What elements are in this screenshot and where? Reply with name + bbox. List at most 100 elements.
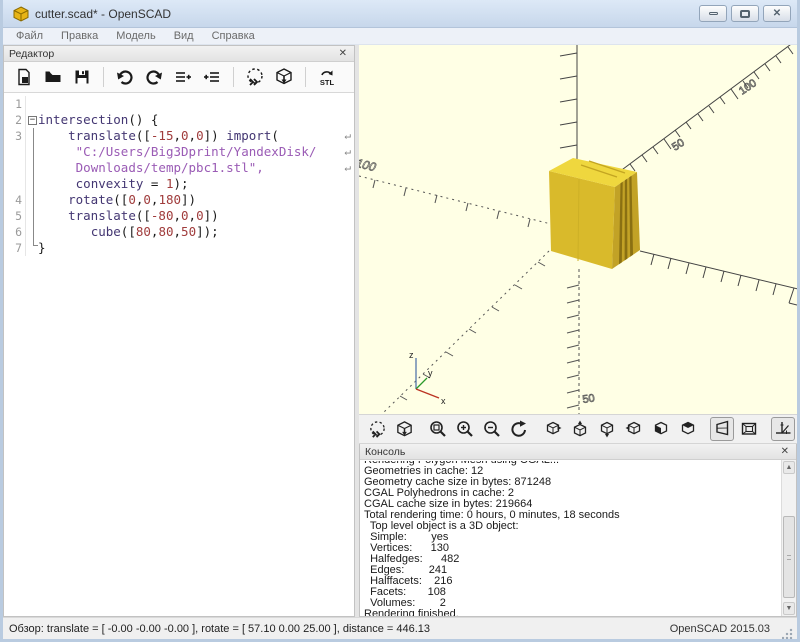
window-title: cutter.scad* - OpenSCAD xyxy=(35,7,699,21)
menu-item-3[interactable]: Вид xyxy=(165,30,203,42)
view-left-button[interactable] xyxy=(622,417,646,441)
zoom-in-icon xyxy=(456,420,474,438)
view-front-icon xyxy=(652,420,670,438)
menu-item-1[interactable]: Правка xyxy=(52,30,107,42)
editor-close-button[interactable]: ✕ xyxy=(337,49,349,59)
orthogonal-icon xyxy=(740,420,758,438)
console-close-button[interactable]: ✕ xyxy=(779,447,791,457)
view-top-icon xyxy=(571,420,589,438)
view-bottom-icon xyxy=(598,420,616,438)
menu-item-0[interactable]: Файл xyxy=(7,30,52,42)
code-line[interactable]: Downloads/temp/pbc1.stl",↵ xyxy=(4,160,354,176)
scroll-up-button[interactable]: ▲ xyxy=(783,461,795,474)
open-file-button[interactable] xyxy=(41,65,65,89)
code-line[interactable]: 6 cube([80,80,50]); xyxy=(4,224,354,240)
fold-column xyxy=(26,96,38,112)
minimize-button[interactable] xyxy=(699,5,727,22)
console-output[interactable]: Rendering Polygon Mesh using CGAL... Geo… xyxy=(360,460,796,616)
axis-y-label: y xyxy=(428,368,433,378)
view-back-button[interactable] xyxy=(676,417,700,441)
redo-button[interactable] xyxy=(142,65,166,89)
unindent-button[interactable] xyxy=(171,65,195,89)
indent-icon xyxy=(203,68,221,86)
line-number: 4 xyxy=(4,192,26,208)
view-right-button[interactable] xyxy=(541,417,565,441)
window-titlebar[interactable]: cutter.scad* - OpenSCAD ✕ xyxy=(3,0,797,28)
indent-button[interactable] xyxy=(200,65,224,89)
reset-view-icon xyxy=(510,420,528,438)
save-button[interactable] xyxy=(70,65,94,89)
undo-icon xyxy=(116,68,134,86)
new-file-icon xyxy=(15,68,33,86)
export-stl-button[interactable]: STL xyxy=(315,65,339,89)
view-bottom-button[interactable] xyxy=(595,417,619,441)
preview-icon xyxy=(368,420,387,439)
menu-bar: ФайлПравкаМодельВидСправка xyxy=(3,28,797,45)
undo-button[interactable] xyxy=(113,65,137,89)
line-number: 2 xyxy=(4,112,26,128)
line-number: 6 xyxy=(4,224,26,240)
code-editor[interactable]: 12−intersection() {3 translate([-15,0,0]… xyxy=(4,93,354,616)
code-line[interactable]: 4 rotate([0,0,180]) xyxy=(4,192,354,208)
view-front-button[interactable] xyxy=(649,417,673,441)
perspective-button[interactable] xyxy=(710,417,734,441)
3d-viewport[interactable]: 50 100 xyxy=(359,45,800,414)
wrap-icon: ↵ xyxy=(344,160,351,176)
fold-guide-foot xyxy=(33,245,38,246)
maximize-button[interactable] xyxy=(731,5,759,22)
code-line[interactable]: 3 translate([-15,0,0]) import(↵ xyxy=(4,128,354,144)
show-axes-icon xyxy=(774,420,792,438)
unindent-icon xyxy=(174,68,192,86)
code-line[interactable]: 5 translate([-80,0,0]) xyxy=(4,208,354,224)
code-line[interactable]: 2−intersection() { xyxy=(4,112,354,128)
render-button[interactable] xyxy=(272,65,296,89)
fold-column xyxy=(26,160,38,176)
scroll-grip-icon xyxy=(787,555,791,560)
render-icon xyxy=(395,420,414,439)
render-icon xyxy=(274,67,294,87)
fold-column xyxy=(26,176,38,192)
preview-button[interactable] xyxy=(243,65,267,89)
editor-panel-header: Редактор ✕ xyxy=(4,46,354,62)
console-scrollbar[interactable]: ▲ ▼ xyxy=(781,460,796,616)
view-top-button[interactable] xyxy=(568,417,592,441)
open-folder-icon xyxy=(44,68,62,86)
redo-icon xyxy=(145,68,163,86)
code-line[interactable]: convexity = 1); xyxy=(4,176,354,192)
editor-panel: Редактор ✕ xyxy=(3,45,355,617)
fold-column xyxy=(26,224,38,240)
scroll-down-button[interactable]: ▼ xyxy=(783,602,795,615)
orthogonal-button[interactable] xyxy=(737,417,761,441)
code-line[interactable]: 7} xyxy=(4,240,354,256)
show-axes-button[interactable] xyxy=(771,417,795,441)
view-toolbar: » xyxy=(359,414,797,444)
menu-item-2[interactable]: Модель xyxy=(107,30,164,42)
code-line[interactable]: "C:/Users/Big3Dprint/YandexDisk/↵ xyxy=(4,144,354,160)
reset-view-button[interactable] xyxy=(507,417,531,441)
axis-z-label: z xyxy=(409,350,414,360)
code-line[interactable]: 1 xyxy=(4,96,354,112)
zoom-out-button[interactable] xyxy=(480,417,504,441)
view-preview-button[interactable] xyxy=(365,417,389,441)
new-file-button[interactable] xyxy=(12,65,36,89)
resize-grip[interactable] xyxy=(782,628,793,639)
svg-text:STL: STL xyxy=(320,78,335,87)
editor-toolbar: STL xyxy=(4,62,354,93)
view-right-icon xyxy=(544,420,562,438)
fold-column xyxy=(26,240,38,256)
export-stl-icon: STL xyxy=(316,67,338,87)
wrap-icon: ↵ xyxy=(344,144,351,160)
close-button[interactable]: ✕ xyxy=(763,5,791,22)
fold-column xyxy=(26,128,38,144)
view-all-button[interactable] xyxy=(426,417,450,441)
console-clipped-line: Rendering Polygon Mesh using CGAL... xyxy=(364,461,778,466)
zoom-fit-icon xyxy=(429,420,447,438)
fold-marker[interactable]: − xyxy=(28,116,37,125)
menu-item-4[interactable]: Справка xyxy=(203,30,264,42)
scroll-thumb[interactable] xyxy=(783,516,795,598)
zoom-in-button[interactable] xyxy=(453,417,477,441)
status-camera-text: Обзор: translate = [ -0.00 -0.00 -0.00 ]… xyxy=(9,623,670,635)
view-render-button[interactable] xyxy=(392,417,416,441)
fold-column xyxy=(26,192,38,208)
toolbar-separator xyxy=(233,67,234,87)
